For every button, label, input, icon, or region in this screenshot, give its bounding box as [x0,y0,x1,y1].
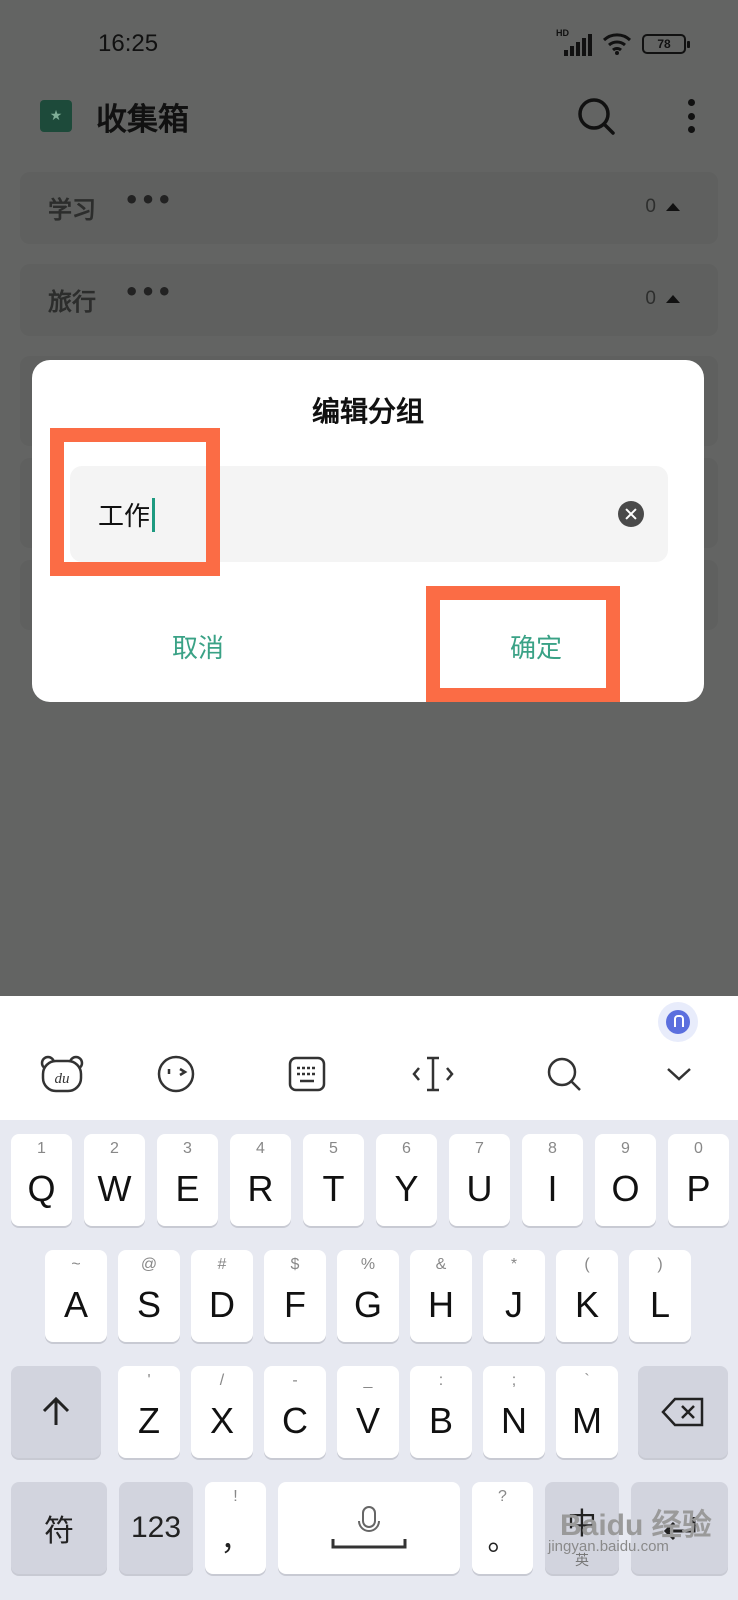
wifi-icon [602,33,632,55]
cellular-signal-icon: HD [556,28,592,56]
key-n[interactable]: ; N [483,1366,545,1458]
battery-indicator: 78 [642,34,690,54]
key-l[interactable]: ) L [629,1250,691,1342]
group-card-study[interactable]: 学习 ••• 0 [20,172,718,244]
keyboard-toolbar: du [0,996,738,1120]
dialog-title: 编辑分组 [311,395,424,428]
group-menu-icon[interactable]: ••• [124,278,173,306]
backspace-icon [638,1366,728,1458]
status-bar: 16:25 HD 78 [0,0,738,90]
group-menu-icon[interactable]: ••• [124,186,173,214]
svg-text:du: du [55,1071,70,1087]
key-w[interactable]: 2W [84,1134,145,1226]
key-o[interactable]: 9O [595,1134,656,1226]
microphone-space-icon [278,1482,460,1574]
collapse-caret-icon[interactable] [666,203,680,211]
comma-key[interactable]: !， [205,1482,266,1574]
key-f[interactable]: $ F [264,1250,326,1342]
key-d[interactable]: # D [191,1250,253,1342]
backspace-key[interactable] [638,1366,728,1458]
group-card-travel[interactable]: 旅行 ••• 0 [20,264,718,336]
collapse-caret-icon[interactable] [666,295,680,303]
key-s[interactable]: @ S [118,1250,180,1342]
key-k[interactable]: (K [556,1250,618,1342]
key-m[interactable]: ` M [556,1366,618,1458]
cursor-move-icon[interactable] [410,1050,456,1098]
key-y[interactable]: 6Y [376,1134,437,1226]
status-icons: HD 78 [556,28,690,56]
emoji-icon[interactable] [154,1050,198,1098]
number-key[interactable]: 123 [119,1482,193,1574]
key-t[interactable]: 5T [303,1134,364,1226]
highlight-box-confirm [426,586,620,702]
bear-du-icon[interactable]: du [38,1050,86,1098]
keyboard-search-icon[interactable] [544,1050,584,1098]
key-r[interactable]: 4R [230,1134,291,1226]
key-u[interactable]: 7U [449,1134,510,1226]
key-g[interactable]: % G [337,1250,399,1342]
watermark-url: jingyan.baidu.com [548,1538,669,1555]
ai-assistant-icon[interactable] [658,1002,698,1042]
status-time: 16:25 [98,30,159,57]
clear-input-icon[interactable] [618,501,644,527]
page-title: 收集箱 [96,102,189,138]
keyboard-layout-icon[interactable] [286,1050,328,1098]
key-x[interactable]: / X [191,1366,253,1458]
inbox-logo-icon: ★ [40,100,72,132]
key-b[interactable]: :B [410,1366,472,1458]
period-key[interactable]: ?。 [472,1482,533,1574]
more-vertical-icon[interactable] [676,96,706,136]
group-count: 0 [645,196,656,217]
cancel-button[interactable]: 取消 [98,628,298,665]
highlight-box-input [50,428,220,576]
shift-arrow-icon [11,1366,101,1458]
space-key[interactable] [278,1482,460,1574]
key-p[interactable]: 0P [668,1134,729,1226]
symbol-key[interactable]: 符 [11,1482,107,1574]
group-count: 0 [645,288,656,309]
key-e[interactable]: 3E [157,1134,218,1226]
key-i[interactable]: 8I [522,1134,583,1226]
key-a[interactable]: ~ A [45,1250,107,1342]
key-j[interactable]: * J [483,1250,545,1342]
shift-key[interactable] [11,1366,101,1458]
key-v[interactable]: _ V [337,1366,399,1458]
collapse-chevron-icon[interactable] [664,1050,694,1098]
app-header: ★ 收集箱 [0,90,738,160]
search-icon[interactable] [576,96,616,136]
group-name: 学习 [48,196,96,224]
key-c[interactable]: -C [264,1366,326,1458]
key-q[interactable]: 1Q [11,1134,72,1226]
group-name: 旅行 [48,288,96,316]
key-h[interactable]: & H [410,1250,472,1342]
key-z[interactable]: ' Z [118,1366,180,1458]
